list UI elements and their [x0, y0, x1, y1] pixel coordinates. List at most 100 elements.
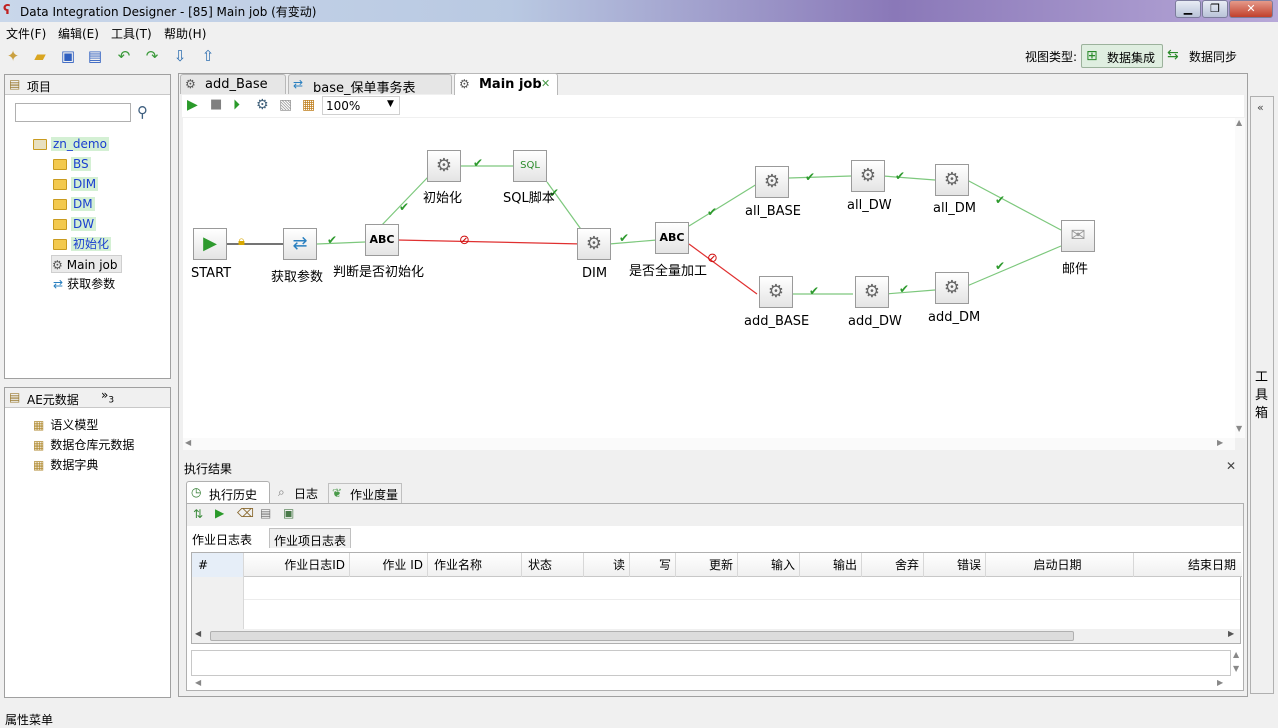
collapse-icon[interactable]: « — [1257, 101, 1264, 114]
node-start[interactable]: ▶ — [193, 228, 227, 260]
subtab-job-log[interactable]: 作业日志表 — [189, 528, 271, 548]
zoom-select[interactable]: 100% ▼ — [322, 96, 400, 115]
column-header[interactable]: 作业日志ID — [244, 553, 350, 577]
node-all-dm[interactable]: ⚙ — [935, 164, 969, 196]
column-header[interactable]: 输入 — [738, 553, 800, 577]
stop-icon[interactable]: ■ — [210, 97, 222, 112]
column-header[interactable]: 错误 — [924, 553, 986, 577]
node-mail[interactable]: ✉ — [1061, 220, 1095, 252]
canvas-hscroll[interactable]: ◀ ▶ — [183, 438, 1235, 450]
tree-item-dim[interactable]: DIM — [53, 175, 99, 193]
scroll-thumb[interactable] — [210, 631, 1074, 641]
tab-log[interactable]: ⌕ 日志 — [272, 483, 326, 503]
preview-icon[interactable]: ▧ — [279, 97, 292, 113]
scroll-left-icon[interactable]: ◀ — [195, 678, 201, 687]
tree-item-get-params[interactable]: ⇄ 获取参数 — [53, 275, 115, 293]
tab-add-base[interactable]: ⚙ add_Base — [180, 74, 286, 94]
table-hscroll[interactable]: ◀ ▶ — [192, 629, 1240, 643]
node-dim[interactable]: ⚙ — [577, 228, 611, 260]
tree-item-dw[interactable]: DW — [53, 215, 97, 233]
overflow-tabs-button[interactable]: »3 — [101, 388, 114, 405]
meta-item-dictionary[interactable]: ▦ 数据字典 — [33, 456, 98, 474]
node-add-base[interactable]: ⚙ — [759, 276, 793, 308]
check-icon: ✔ — [399, 200, 410, 214]
refresh-icon[interactable]: ⇅ — [193, 507, 203, 521]
close-button[interactable]: ✕ — [1229, 0, 1273, 18]
meta-item-semantic[interactable]: ▦ 语义模型 — [33, 416, 98, 434]
tab-exec-history[interactable]: ◷ 执行历史 — [186, 481, 270, 503]
save-all-icon[interactable]: ▤ — [86, 47, 104, 65]
node-get-params[interactable]: ⇄ — [283, 228, 317, 260]
tree-root[interactable]: zn_demo — [33, 135, 109, 153]
menu-edit[interactable]: 编辑(E) — [58, 25, 99, 42]
tree-item-init[interactable]: 初始化 — [53, 235, 112, 253]
view-sync-button[interactable]: ⇆ 数据同步 — [1167, 44, 1247, 68]
import-icon[interactable]: ⇩ — [171, 47, 189, 65]
node-all-base[interactable]: ⚙ — [755, 166, 789, 198]
scroll-right-icon[interactable]: ▶ — [1228, 629, 1234, 638]
node-init[interactable]: ⚙ — [427, 150, 461, 182]
meta-item-warehouse[interactable]: ▦ 数据仓库元数据 — [33, 436, 134, 454]
node-add-dm[interactable]: ⚙ — [935, 272, 969, 304]
subtab-job-item-log[interactable]: 作业项日志表 — [269, 528, 351, 548]
scroll-up-icon[interactable]: ▲ — [1233, 650, 1239, 659]
undo-icon[interactable]: ↶ — [115, 47, 133, 65]
scroll-right-icon[interactable]: ▶ — [1217, 438, 1223, 447]
open-folder-icon[interactable]: ▰ — [31, 47, 49, 65]
run-icon[interactable]: ▶ — [187, 97, 198, 113]
tab-job-metrics[interactable]: ❦ 作业度量 — [328, 483, 402, 503]
column-header[interactable]: 作业名称 — [428, 553, 522, 577]
search-icon[interactable]: ⚲ — [137, 103, 148, 121]
scroll-up-icon[interactable]: ▲ — [1236, 118, 1242, 127]
scroll-down-icon[interactable]: ▼ — [1236, 424, 1242, 433]
toolbox-panel[interactable]: « 工具箱 — [1250, 96, 1274, 694]
tree-item-main-job[interactable]: ⚙ Main job — [51, 255, 122, 273]
minimize-button[interactable]: ▁ — [1175, 0, 1201, 18]
column-header[interactable]: 结束日期 — [1134, 553, 1240, 577]
column-header[interactable]: 状态 — [522, 553, 584, 577]
node-full-process[interactable]: ABC — [655, 222, 689, 254]
clear-icon[interactable]: ⌫ — [237, 506, 254, 520]
tab-main-job[interactable]: ⚙ Main job ✕ — [454, 73, 558, 95]
column-header[interactable]: 启动日期 — [986, 553, 1134, 577]
menu-tools[interactable]: 工具(T) — [111, 25, 152, 42]
replay-icon[interactable]: ▶ — [215, 506, 224, 520]
canvas-vscroll[interactable]: ▲ ▼ — [1235, 118, 1245, 438]
redo-icon[interactable]: ↷ — [143, 47, 161, 65]
save-icon[interactable]: ▣ — [59, 47, 77, 65]
node-add-dw[interactable]: ⚙ — [855, 276, 889, 308]
scroll-right-icon[interactable]: ▶ — [1217, 678, 1223, 687]
scroll-left-icon[interactable]: ◀ — [195, 629, 201, 638]
job-canvas[interactable]: 🔒︎ ✔ ✔ ✔ ✔ ⊘ ✔ ✔ ⊘ ✔ ✔ ✔ ✔ ✔ ✔ ▶ START ⇄… — [183, 118, 1245, 438]
run-step-icon[interactable]: ⏵ — [233, 97, 240, 113]
menu-help[interactable]: 帮助(H) — [164, 25, 206, 42]
column-header[interactable]: 写 — [630, 553, 676, 577]
export-log-icon[interactable]: ▣ — [283, 506, 294, 520]
scroll-left-icon[interactable]: ◀ — [185, 438, 191, 447]
scroll-down-icon[interactable]: ▼ — [1233, 664, 1239, 673]
column-header[interactable]: 读 — [584, 553, 630, 577]
column-header[interactable]: # — [192, 553, 244, 577]
project-search-input[interactable] — [15, 103, 131, 122]
close-icon[interactable]: ✕ — [1226, 459, 1236, 473]
tree-item-dm[interactable]: DM — [53, 195, 95, 213]
column-header[interactable]: 作业 ID — [350, 553, 428, 577]
debug-icon[interactable]: ⚙ — [256, 97, 269, 113]
close-tab-icon[interactable]: ✕ — [541, 77, 550, 90]
node-all-dw[interactable]: ⚙ — [851, 160, 885, 192]
column-header[interactable]: 舍弃 — [862, 553, 924, 577]
view-integration-button[interactable]: ⊞ 数据集成 — [1081, 44, 1163, 68]
tree-item-bs[interactable]: BS — [53, 155, 91, 173]
column-header[interactable]: 更新 — [676, 553, 738, 577]
export-icon[interactable]: ⇧ — [199, 47, 217, 65]
log-detail-text[interactable] — [191, 650, 1231, 676]
node-judge-init[interactable]: ABC — [365, 224, 399, 256]
layout-icon[interactable]: ▦ — [302, 97, 315, 113]
node-sql[interactable]: SQL — [513, 150, 547, 182]
maximize-button[interactable]: ❐ — [1202, 0, 1228, 18]
menu-file[interactable]: 文件(F) — [6, 25, 46, 42]
show-log-icon[interactable]: ▤ — [260, 506, 271, 520]
tab-base-policy[interactable]: ⇄ base_保单事务表 — [288, 74, 452, 96]
new-icon[interactable]: ✦ — [4, 47, 22, 65]
column-header[interactable]: 输出 — [800, 553, 862, 577]
